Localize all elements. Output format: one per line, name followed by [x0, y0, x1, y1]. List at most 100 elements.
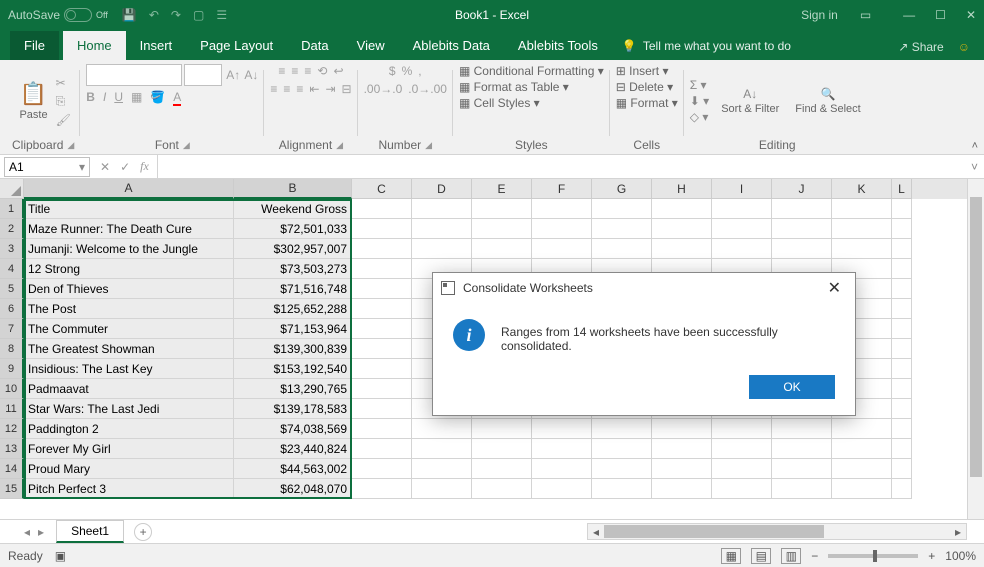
- cell[interactable]: [472, 199, 532, 219]
- row-header[interactable]: 14: [0, 459, 24, 479]
- zoom-level[interactable]: 100%: [945, 549, 976, 563]
- percent-icon[interactable]: %: [402, 64, 413, 78]
- conditional-formatting-button[interactable]: ▦ Conditional Formatting ▾: [459, 64, 604, 78]
- horizontal-scrollbar[interactable]: ◂▸: [587, 523, 967, 540]
- row-header[interactable]: 1: [0, 199, 24, 219]
- page-layout-view-icon[interactable]: ▤: [751, 548, 771, 564]
- cell[interactable]: The Greatest Showman: [24, 339, 234, 359]
- column-header[interactable]: J: [772, 179, 832, 199]
- indent-increase-icon[interactable]: ⇥: [325, 82, 335, 96]
- cell[interactable]: Insidious: The Last Key: [24, 359, 234, 379]
- cell[interactable]: [772, 419, 832, 439]
- font-size-combo[interactable]: [184, 64, 222, 86]
- cell[interactable]: $71,516,748: [234, 279, 352, 299]
- decrease-decimal-icon[interactable]: .0→.00: [408, 82, 447, 96]
- zoom-out-icon[interactable]: −: [811, 549, 818, 563]
- row-header[interactable]: 15: [0, 479, 24, 499]
- tab-page-layout[interactable]: Page Layout: [186, 31, 287, 60]
- cell[interactable]: The Commuter: [24, 319, 234, 339]
- cell[interactable]: [652, 439, 712, 459]
- cell[interactable]: [712, 439, 772, 459]
- macro-icon[interactable]: ▣: [55, 549, 66, 563]
- cell[interactable]: Maze Runner: The Death Cure: [24, 219, 234, 239]
- bold-icon[interactable]: B: [86, 90, 95, 104]
- cell[interactable]: The Post: [24, 299, 234, 319]
- comma-icon[interactable]: ,: [418, 64, 421, 78]
- cell[interactable]: [892, 359, 912, 379]
- sheet-nav-next-icon[interactable]: ▸: [34, 525, 48, 539]
- cell[interactable]: $71,153,964: [234, 319, 352, 339]
- column-header[interactable]: B: [234, 179, 352, 199]
- dialog-close-icon[interactable]: ✕: [822, 276, 847, 300]
- minimize-icon[interactable]: —: [903, 8, 915, 22]
- cell[interactable]: Padmaavat: [24, 379, 234, 399]
- cell[interactable]: [772, 239, 832, 259]
- cell[interactable]: [352, 199, 412, 219]
- fill-color-icon[interactable]: 🪣: [150, 90, 165, 104]
- format-painter-icon[interactable]: 🖌: [56, 113, 71, 127]
- save-icon[interactable]: 💾: [122, 8, 137, 22]
- currency-icon[interactable]: $: [389, 64, 396, 78]
- row-header[interactable]: 4: [0, 259, 24, 279]
- tab-ablebits-data[interactable]: Ablebits Data: [399, 31, 504, 60]
- cell[interactable]: [712, 219, 772, 239]
- tab-view[interactable]: View: [343, 31, 399, 60]
- cell[interactable]: [652, 239, 712, 259]
- align-center-icon[interactable]: ≡: [283, 82, 290, 96]
- cell[interactable]: [892, 199, 912, 219]
- cell[interactable]: [412, 459, 472, 479]
- cell[interactable]: [772, 459, 832, 479]
- fx-icon[interactable]: fx: [140, 159, 149, 174]
- launcher-icon[interactable]: ◢: [67, 140, 74, 151]
- cell[interactable]: [532, 239, 592, 259]
- row-header[interactable]: 13: [0, 439, 24, 459]
- cell[interactable]: Weekend Gross: [234, 199, 352, 219]
- cell[interactable]: [592, 459, 652, 479]
- cell[interactable]: $62,048,070: [234, 479, 352, 499]
- increase-decimal-icon[interactable]: .00→.0: [364, 82, 403, 96]
- column-header[interactable]: E: [472, 179, 532, 199]
- cell[interactable]: [352, 399, 412, 419]
- cell[interactable]: [352, 439, 412, 459]
- cell[interactable]: [472, 419, 532, 439]
- italic-icon[interactable]: I: [103, 90, 106, 104]
- column-header[interactable]: D: [412, 179, 472, 199]
- cell[interactable]: [472, 219, 532, 239]
- add-sheet-button[interactable]: +: [134, 523, 152, 541]
- smiley-icon[interactable]: ☺: [958, 40, 970, 54]
- cell[interactable]: [352, 479, 412, 499]
- cell[interactable]: [472, 439, 532, 459]
- cell[interactable]: [532, 479, 592, 499]
- cell[interactable]: Jumanji: Welcome to the Jungle: [24, 239, 234, 259]
- vertical-scrollbar[interactable]: [967, 179, 984, 519]
- cell[interactable]: Proud Mary: [24, 459, 234, 479]
- delete-cells-button[interactable]: ⊟ Delete ▾: [616, 80, 673, 94]
- cell[interactable]: [892, 219, 912, 239]
- cell[interactable]: [352, 419, 412, 439]
- cell[interactable]: Den of Thieves: [24, 279, 234, 299]
- cell[interactable]: [472, 479, 532, 499]
- column-header[interactable]: G: [592, 179, 652, 199]
- border-icon[interactable]: ▦: [131, 90, 142, 104]
- cell[interactable]: [592, 439, 652, 459]
- font-color-icon[interactable]: A: [173, 90, 181, 104]
- cell[interactable]: [592, 239, 652, 259]
- paste-button[interactable]: 📋 Paste: [15, 79, 51, 123]
- cell[interactable]: 12 Strong: [24, 259, 234, 279]
- align-left-icon[interactable]: ≡: [270, 82, 277, 96]
- cell[interactable]: [712, 199, 772, 219]
- zoom-in-icon[interactable]: +: [928, 549, 935, 563]
- row-header[interactable]: 2: [0, 219, 24, 239]
- close-icon[interactable]: ✕: [966, 8, 976, 22]
- cell[interactable]: $139,178,583: [234, 399, 352, 419]
- fill-icon[interactable]: ⬇ ▾: [690, 94, 709, 108]
- cell[interactable]: $139,300,839: [234, 339, 352, 359]
- column-header[interactable]: H: [652, 179, 712, 199]
- cell[interactable]: [412, 419, 472, 439]
- orientation-icon[interactable]: ⟲: [317, 64, 327, 78]
- normal-view-icon[interactable]: ▦: [721, 548, 741, 564]
- cell[interactable]: $74,038,569: [234, 419, 352, 439]
- cell[interactable]: [652, 219, 712, 239]
- tab-ablebits-tools[interactable]: Ablebits Tools: [504, 31, 612, 60]
- cell[interactable]: [352, 359, 412, 379]
